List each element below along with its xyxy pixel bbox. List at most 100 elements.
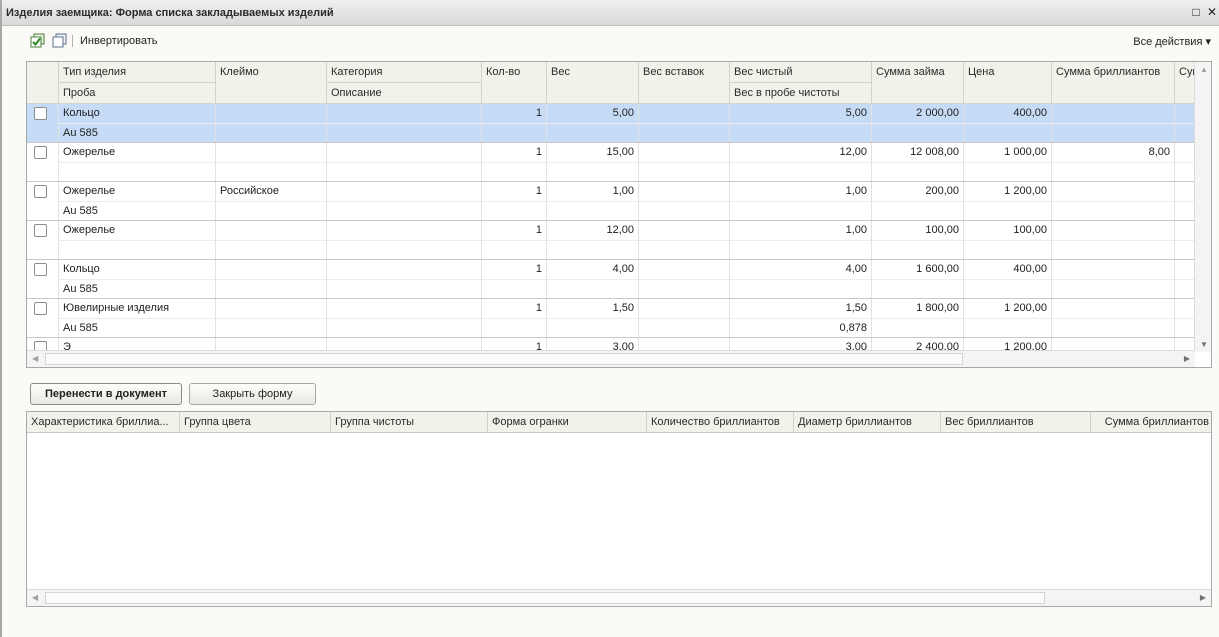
cell-loan-sum[interactable]: 1 600,00 (872, 260, 964, 279)
cell-type[interactable]: Ожерелье (59, 143, 216, 162)
cell-sum-truncated[interactable] (1175, 104, 1195, 123)
cell-qty-sub[interactable] (482, 201, 547, 220)
cell-price-sub[interactable] (964, 123, 1052, 142)
cell-loan-sum[interactable]: 100,00 (872, 221, 964, 240)
table-row[interactable]: Ювелирные изделия Au 585 1 1,50 1,50 0,878 1 8… (27, 299, 1195, 338)
cell-sum-truncated-sub[interactable] (1175, 162, 1195, 181)
cell-weight-sub[interactable] (547, 240, 639, 259)
cell-description[interactable] (327, 162, 482, 181)
cell-sample[interactable] (59, 240, 216, 259)
cell-qty[interactable]: 1 (482, 260, 547, 279)
cell-inserts-weight-sub[interactable] (639, 162, 730, 181)
cell-description[interactable] (327, 201, 482, 220)
cell-description[interactable] (327, 240, 482, 259)
items-vertical-scrollbar[interactable]: ▲ ▼ (1194, 62, 1211, 352)
cell-loan-sum-sub[interactable] (872, 162, 964, 181)
column-header-description[interactable]: Описание (327, 83, 482, 104)
cell-price-sub[interactable] (964, 162, 1052, 181)
cell-category[interactable] (327, 221, 482, 240)
cell-type[interactable]: Ожерелье (59, 221, 216, 240)
cell-sum-truncated[interactable] (1175, 143, 1195, 162)
cell-loan-sum-sub[interactable] (872, 123, 964, 142)
cell-brand[interactable] (216, 299, 327, 318)
cell-net-weight[interactable]: 1,00 (730, 182, 872, 201)
cell-inserts-weight[interactable] (639, 104, 730, 123)
cell-weight[interactable]: 12,00 (547, 221, 639, 240)
table-row[interactable]: Кольцо Au 585 1 4,00 4,00 1 600,00 400,00 (27, 260, 1195, 299)
cell-inserts-weight-sub[interactable] (639, 123, 730, 142)
cell-qty-sub[interactable] (482, 279, 547, 298)
cell-inserts-weight[interactable] (639, 221, 730, 240)
column-header-qty[interactable]: Кол-во (482, 62, 547, 104)
cell-weight-sub[interactable] (547, 162, 639, 181)
cell-sum-truncated-sub[interactable] (1175, 279, 1195, 298)
cell-brand-sub[interactable] (216, 240, 327, 259)
table-row[interactable]: Ожерелье 1 12,00 1,00 100,00 100,00 (27, 221, 1195, 260)
cell-sample[interactable]: Au 585 (59, 318, 216, 337)
cell-sample-purity-weight[interactable] (730, 240, 872, 259)
cell-weight-sub[interactable] (547, 123, 639, 142)
cell-weight[interactable]: 15,00 (547, 143, 639, 162)
cell-inserts-weight-sub[interactable] (639, 279, 730, 298)
cell-diamonds-sum[interactable] (1052, 299, 1175, 318)
cell-diamonds-sum[interactable] (1052, 260, 1175, 279)
cell-weight[interactable]: 4,00 (547, 260, 639, 279)
row-checkbox[interactable] (34, 302, 47, 315)
cell-category[interactable] (327, 182, 482, 201)
cell-qty-sub[interactable] (482, 123, 547, 142)
cell-type[interactable]: Кольцо (59, 260, 216, 279)
row-checkbox[interactable] (34, 146, 47, 159)
cell-qty[interactable]: 1 (482, 104, 547, 123)
scroll-thumb[interactable] (45, 592, 1045, 604)
cell-qty-sub[interactable] (482, 240, 547, 259)
cell-loan-sum-sub[interactable] (872, 201, 964, 220)
cell-brand-sub[interactable] (216, 318, 327, 337)
scroll-right-icon[interactable]: ▶ (1184, 354, 1190, 363)
diamonds-horizontal-scrollbar[interactable]: ◀ ▶ (27, 589, 1211, 606)
cell-sum-truncated[interactable] (1175, 260, 1195, 279)
close-icon[interactable]: ✕ (1205, 5, 1219, 19)
cell-category[interactable] (327, 299, 482, 318)
cell-inserts-weight[interactable] (639, 260, 730, 279)
cell-sample[interactable]: Au 585 (59, 123, 216, 142)
row-checkbox[interactable] (34, 263, 47, 276)
cell-inserts-weight-sub[interactable] (639, 318, 730, 337)
items-horizontal-scrollbar[interactable]: ◀ ▶ (27, 350, 1195, 367)
cell-net-weight[interactable]: 1,00 (730, 221, 872, 240)
cell-sample-purity-weight[interactable]: 0,878 (730, 318, 872, 337)
scroll-down-icon[interactable]: ▼ (1200, 340, 1208, 349)
cell-sample[interactable]: Au 585 (59, 201, 216, 220)
cell-price[interactable]: 100,00 (964, 221, 1052, 240)
maximize-icon[interactable]: □ (1189, 5, 1203, 19)
column-header-inserts-weight[interactable]: Вес вставок (639, 62, 730, 104)
cell-diamonds-sum-sub[interactable] (1052, 279, 1175, 298)
cell-weight[interactable]: 1,00 (547, 182, 639, 201)
cell-category[interactable] (327, 143, 482, 162)
cell-qty-sub[interactable] (482, 318, 547, 337)
column-header-diamonds-weight[interactable]: Вес бриллиантов (941, 412, 1091, 433)
cell-price[interactable]: 1 200,00 (964, 182, 1052, 201)
cell-weight[interactable]: 5,00 (547, 104, 639, 123)
uncheck-all-icon[interactable] (52, 33, 68, 49)
cell-qty[interactable]: 1 (482, 221, 547, 240)
cell-price[interactable]: 1 000,00 (964, 143, 1052, 162)
cell-brand[interactable] (216, 221, 327, 240)
scroll-thumb[interactable] (45, 353, 963, 365)
cell-type[interactable]: Ожерелье (59, 182, 216, 201)
column-header-brand[interactable]: Клеймо (216, 62, 327, 104)
cell-net-weight[interactable]: 12,00 (730, 143, 872, 162)
table-row[interactable]: Ожерелье 1 15,00 12,00 12 008,00 1 000,00 8,00 (27, 143, 1195, 182)
cell-sample-purity-weight[interactable] (730, 162, 872, 181)
transfer-to-document-button[interactable]: Перенести в документ (30, 383, 182, 405)
cell-brand-sub[interactable] (216, 123, 327, 142)
cell-description[interactable] (327, 279, 482, 298)
close-form-button[interactable]: Закрыть форму (189, 383, 316, 405)
cell-description[interactable] (327, 318, 482, 337)
column-header-net-weight[interactable]: Вес чистый (730, 62, 872, 83)
cell-category[interactable] (327, 260, 482, 279)
cell-net-weight[interactable]: 4,00 (730, 260, 872, 279)
cell-qty-sub[interactable] (482, 162, 547, 181)
column-header-cut-shape[interactable]: Форма огранки (488, 412, 647, 433)
cell-brand-sub[interactable] (216, 162, 327, 181)
cell-price-sub[interactable] (964, 240, 1052, 259)
